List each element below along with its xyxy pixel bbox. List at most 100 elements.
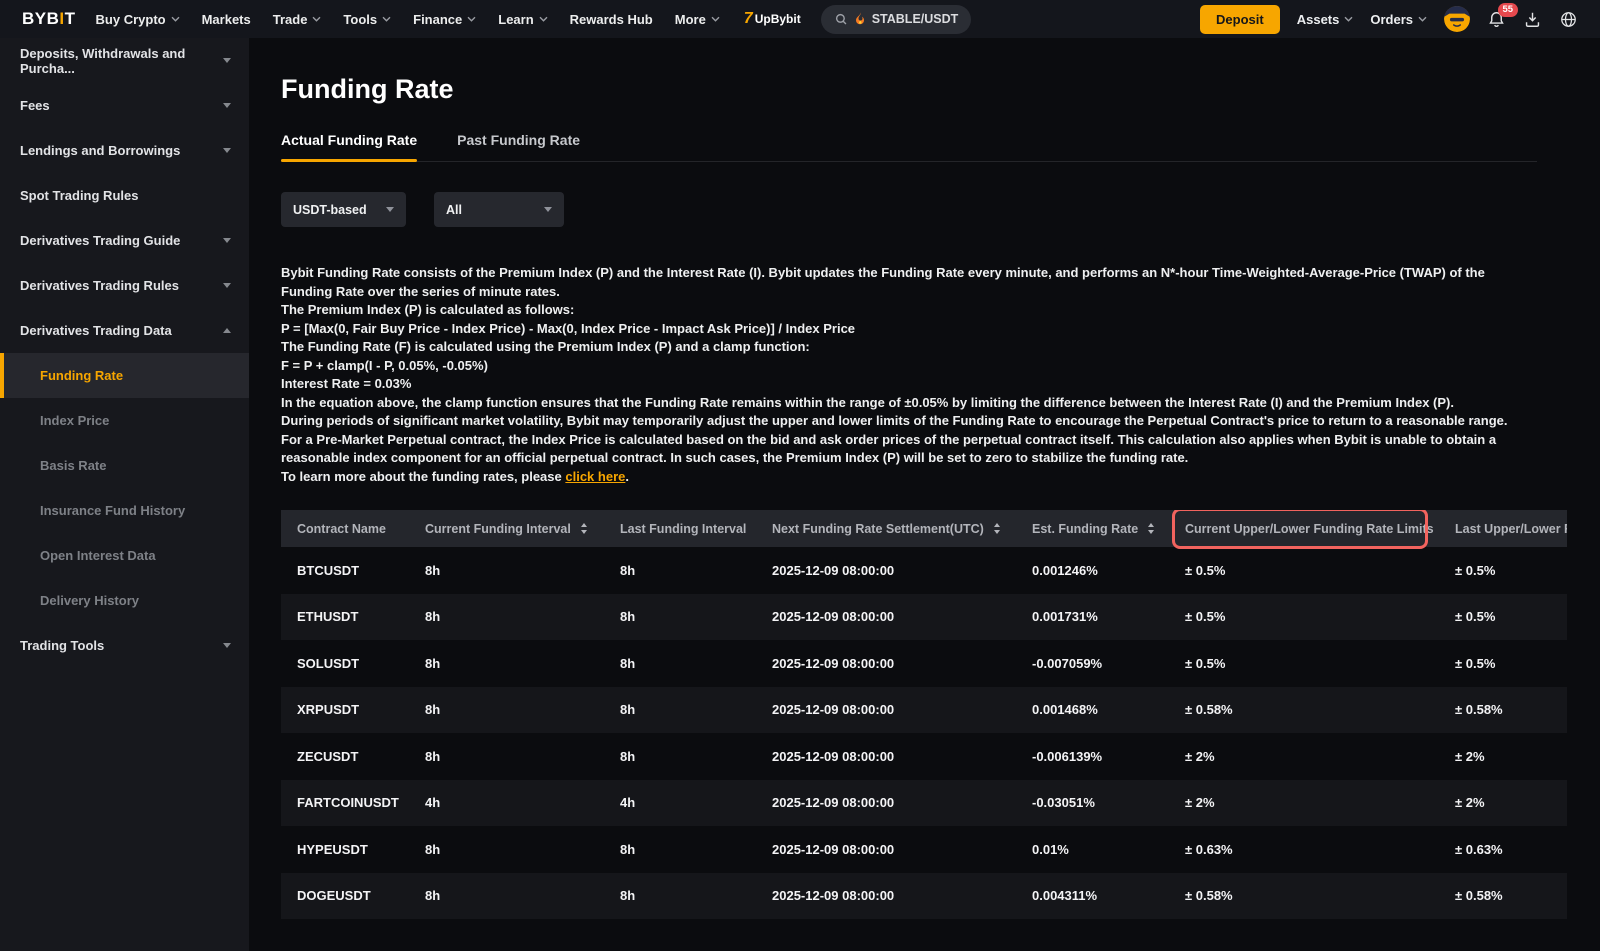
sidebar-item-label: Lendings and Borrowings [20, 143, 180, 158]
column-header-next-funding-rate-settlement-utc[interactable]: Next Funding Rate Settlement(UTC) [756, 510, 1016, 547]
cell-value: 0.001731% [1032, 609, 1098, 624]
cell-value: -0.007059% [1032, 656, 1102, 671]
sidebar: Deposits, Withdrawals and Purcha... Fees L… [0, 38, 249, 951]
cell-next-funding-rate-settlement-utc: 2025-12-09 08:00:00 [756, 547, 1016, 594]
table-row-fartcoinusdt[interactable]: FARTCOINUSDT4h4h2025-12-09 08:00:00-0.03… [281, 780, 1567, 827]
cell-value: FARTCOINUSDT [297, 795, 399, 810]
cell-last-upper-lower-funding-rate-limits: ± 0.5% [1439, 640, 1567, 687]
table-row-ethusdt[interactable]: ETHUSDT8h8h2025-12-09 08:00:000.001731%±… [281, 594, 1567, 641]
cell-current-upper-lower-funding-rate-limits: ± 0.58% [1169, 873, 1439, 920]
cell-est-funding-rate: -0.006139% [1016, 733, 1169, 780]
cell-current-funding-interval: 8h [409, 687, 604, 734]
deposit-button[interactable]: Deposit [1200, 5, 1280, 34]
nav-item-more[interactable]: More [675, 12, 720, 27]
logo-text: BYB [22, 9, 59, 28]
table-row-btcusdt[interactable]: BTCUSDT8h8h2025-12-09 08:00:000.001246%±… [281, 547, 1567, 594]
sidebar-item-derivatives-trading-guide[interactable]: Derivatives Trading Guide [0, 218, 249, 263]
cell-value: -0.006139% [1032, 749, 1102, 764]
nav-item-finance[interactable]: Finance [413, 12, 476, 27]
nav-item-tools[interactable]: Tools [343, 12, 391, 27]
cell-last-upper-lower-funding-rate-limits: ± 0.5% [1439, 547, 1567, 594]
cell-value: 8h [620, 563, 635, 578]
cell-value: 8h [425, 842, 440, 857]
table-row-solusdt[interactable]: SOLUSDT8h8h2025-12-09 08:00:00-0.007059%… [281, 640, 1567, 687]
nav-item-rewards-hub[interactable]: Rewards Hub [570, 12, 653, 27]
cell-value: ± 0.63% [1455, 842, 1503, 857]
sidebar-item-funding-rate[interactable]: Funding Rate [0, 353, 249, 398]
sidebar-item-label: Open Interest Data [40, 548, 156, 563]
language-button[interactable] [1559, 10, 1578, 29]
sidebar-item-trading-tools[interactable]: Trading Tools [0, 623, 249, 668]
cell-value: 8h [620, 609, 635, 624]
cell-contract-name: BTCUSDT [281, 547, 409, 594]
nav-item-buy-crypto[interactable]: Buy Crypto [96, 12, 180, 27]
tab-actual-funding-rate[interactable]: Actual Funding Rate [281, 132, 417, 161]
column-header-current-funding-interval[interactable]: Current Funding Interval [409, 510, 604, 547]
sort-icon[interactable] [1148, 523, 1154, 534]
nav-item-trade[interactable]: Trade [273, 12, 322, 27]
sort-icon[interactable] [581, 523, 587, 534]
assets-menu[interactable]: Assets [1297, 12, 1354, 27]
logo-text-2: T [65, 9, 76, 28]
cell-next-funding-rate-settlement-utc: 2025-12-09 08:00:00 [756, 594, 1016, 641]
sidebar-item-derivatives-trading-data[interactable]: Derivatives Trading Data [0, 308, 249, 353]
coin-filter-value: All [446, 203, 462, 217]
table-row-zecusdt[interactable]: ZECUSDT8h8h2025-12-09 08:00:00-0.006139%… [281, 733, 1567, 780]
table-row-dogeusdt[interactable]: DOGEUSDT8h8h2025-12-09 08:00:000.004311%… [281, 873, 1567, 920]
cell-current-upper-lower-funding-rate-limits: ± 0.58% [1169, 687, 1439, 734]
cell-current-funding-interval: 8h [409, 547, 604, 594]
cell-last-upper-lower-funding-rate-limits: ± 0.58% [1439, 873, 1567, 920]
nav-item-label: Finance [413, 12, 462, 27]
sidebar-item-label: Deposits, Withdrawals and Purcha... [20, 46, 223, 76]
column-header-est-funding-rate[interactable]: Est. Funding Rate [1016, 510, 1169, 547]
orders-menu[interactable]: Orders [1370, 12, 1427, 27]
click-here-link[interactable]: click here [565, 469, 625, 484]
sidebar-item-insurance-fund-history[interactable]: Insurance Fund History [0, 488, 249, 533]
nav-item-label: Markets [202, 12, 251, 27]
column-header-label: Next Funding Rate Settlement(UTC) [772, 522, 984, 536]
cell-current-upper-lower-funding-rate-limits: ± 2% [1169, 733, 1439, 780]
sidebar-item-deposits-withdrawals-and-purcha[interactable]: Deposits, Withdrawals and Purcha... [0, 38, 249, 83]
chevron-down-icon [382, 16, 391, 22]
sort-icon[interactable] [994, 523, 1000, 534]
search-bar[interactable]: STABLE/USDT [821, 5, 972, 34]
cell-value: 2025-12-09 08:00:00 [772, 702, 894, 717]
cell-current-upper-lower-funding-rate-limits: ± 0.5% [1169, 594, 1439, 641]
cell-contract-name: ZECUSDT [281, 733, 409, 780]
table-row-hypeusdt[interactable]: HYPEUSDT8h8h2025-12-09 08:00:000.01%± 0.… [281, 826, 1567, 873]
sidebar-item-open-interest-data[interactable]: Open Interest Data [0, 533, 249, 578]
cell-value: 2025-12-09 08:00:00 [772, 609, 894, 624]
sidebar-item-delivery-history[interactable]: Delivery History [0, 578, 249, 623]
sidebar-item-fees[interactable]: Fees [0, 83, 249, 128]
nav-item-learn[interactable]: Learn [498, 12, 547, 27]
sidebar-item-derivatives-trading-rules[interactable]: Derivatives Trading Rules [0, 263, 249, 308]
cell-last-funding-interval: 8h [604, 873, 756, 920]
download-app-button[interactable] [1523, 10, 1542, 29]
notifications-button[interactable]: 55 [1487, 10, 1506, 29]
nav-item-markets[interactable]: Markets [202, 12, 251, 27]
cell-value: SOLUSDT [297, 656, 359, 671]
table-row-xrpusdt[interactable]: XRPUSDT8h8h2025-12-09 08:00:000.001468%±… [281, 687, 1567, 734]
description-paragraph: Bybit Funding Rate consists of the Premi… [281, 264, 1537, 301]
cell-current-funding-interval: 8h [409, 873, 604, 920]
upbybit-promo[interactable]: 7 UpBybit [744, 10, 801, 28]
tab-past-funding-rate[interactable]: Past Funding Rate [457, 132, 580, 161]
cell-value: ± 2% [1185, 749, 1215, 764]
top-navigation-bar: BYBIT Buy Crypto Markets Trade Tools Finance… [0, 0, 1600, 38]
cell-value: 2025-12-09 08:00:00 [772, 749, 894, 764]
page-title: Funding Rate [281, 74, 1600, 105]
sidebar-item-spot-trading-rules[interactable]: Spot Trading Rules [0, 173, 249, 218]
column-header-label: Current Upper/Lower Funding Rate Limits [1185, 522, 1434, 536]
chevron-up-icon [223, 328, 231, 333]
sidebar-item-index-price[interactable]: Index Price [0, 398, 249, 443]
cell-value: 0.001468% [1032, 702, 1098, 717]
coin-filter-select[interactable]: All [434, 192, 564, 227]
sidebar-item-basis-rate[interactable]: Basis Rate [0, 443, 249, 488]
contract-type-select[interactable]: USDT-based [281, 192, 406, 227]
cell-contract-name: ETHUSDT [281, 594, 409, 641]
user-avatar[interactable] [1444, 6, 1470, 32]
cell-last-upper-lower-funding-rate-limits: ± 0.5% [1439, 594, 1567, 641]
sidebar-item-lendings-and-borrowings[interactable]: Lendings and Borrowings [0, 128, 249, 173]
sidebar-item-label: Spot Trading Rules [20, 188, 138, 203]
bybit-logo[interactable]: BYBIT [22, 9, 76, 29]
